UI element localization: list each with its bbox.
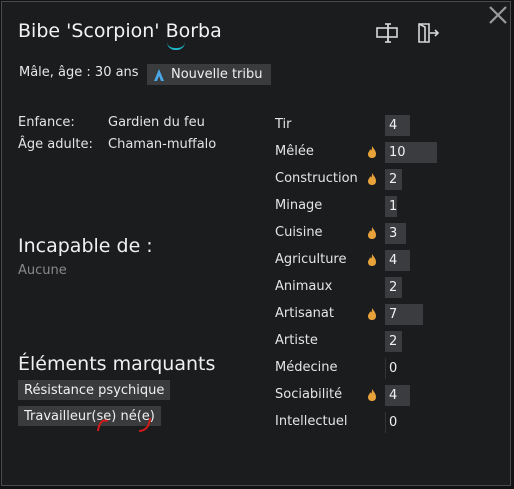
skill-row[interactable]: Artisanat 7	[275, 301, 475, 328]
skill-level: 2	[389, 172, 398, 187]
passion-flame-icon	[368, 173, 376, 185]
skill-level: 4	[389, 388, 398, 403]
skill-name: Cuisine	[275, 225, 323, 240]
adulthood-value[interactable]: Chaman-muffalo	[108, 137, 216, 152]
faction-label: Nouvelle tribu	[171, 67, 263, 82]
skill-level: 2	[389, 334, 398, 349]
skill-row[interactable]: Artiste 2	[275, 328, 475, 355]
close-icon[interactable]	[487, 4, 513, 30]
childhood-value[interactable]: Gardien du feu	[108, 115, 205, 130]
skill-bar-track	[385, 412, 386, 433]
skill-name: Animaux	[275, 279, 333, 294]
skill-level: 4	[389, 253, 398, 268]
childhood-label: Enfance:	[18, 115, 75, 130]
skill-level: 1	[389, 199, 398, 214]
adulthood-label: Âge adulte:	[18, 137, 93, 152]
pawn-description: Mâle, âge : 30 ans	[19, 65, 139, 80]
skill-row[interactable]: Sociabilité 4	[275, 382, 475, 409]
skill-name: Artiste	[275, 333, 318, 348]
skill-name: Intellectuel	[275, 414, 348, 429]
skill-level: 10	[389, 145, 406, 160]
name-underline-mark	[167, 42, 185, 50]
skill-level: 3	[389, 226, 398, 241]
skill-row[interactable]: Construction 2	[275, 166, 475, 193]
skill-name: Artisanat	[275, 306, 334, 321]
skill-bar-track	[385, 358, 386, 379]
incapable-title: Incapable de :	[18, 235, 153, 257]
pawn-first-name: Bibe	[18, 20, 61, 42]
skill-row[interactable]: Agriculture 4	[275, 247, 475, 274]
faction-icon	[153, 68, 165, 82]
skill-level: 7	[389, 307, 398, 322]
pawn-nickname: 'Scorpion'	[66, 20, 160, 42]
faction-button[interactable]: Nouvelle tribu	[147, 64, 271, 85]
scribble-annotation	[97, 417, 151, 432]
passion-flame-icon	[368, 227, 376, 239]
skill-row[interactable]: Minage 1	[275, 193, 475, 220]
skill-name: Mêlée	[275, 144, 314, 159]
skill-name: Minage	[275, 198, 323, 213]
passion-flame-icon	[368, 254, 376, 266]
skill-row[interactable]: Mêlée 10	[275, 139, 475, 166]
passion-flame-icon	[368, 146, 376, 158]
skill-name: Sociabilité	[275, 387, 343, 402]
pawn-last-name: Borba	[165, 20, 222, 42]
character-card-window: Bibe 'Scorpion' Borba Mâle, âge : 30 ans	[1, 1, 511, 486]
banish-icon[interactable]	[416, 22, 440, 44]
skill-name: Médecine	[275, 360, 338, 375]
trait-tag[interactable]: Résistance psychique	[18, 380, 171, 400]
skill-level: 4	[389, 118, 398, 133]
skill-name: Construction	[275, 171, 358, 186]
incapable-value: Aucune	[18, 263, 67, 278]
pawn-name: Bibe 'Scorpion' Borba	[18, 20, 222, 42]
skill-row[interactable]: Animaux 2	[275, 274, 475, 301]
skill-name: Tir	[275, 117, 292, 132]
passion-flame-icon	[368, 389, 376, 401]
passion-flame-icon	[368, 308, 376, 320]
skill-level: 0	[389, 415, 398, 430]
rename-icon[interactable]	[375, 22, 401, 44]
skill-row[interactable]: Tir 4	[275, 112, 475, 139]
skill-name: Agriculture	[275, 252, 347, 267]
skill-row[interactable]: Cuisine 3	[275, 220, 475, 247]
traits-title: Éléments marquants	[18, 353, 216, 375]
skill-level: 2	[389, 280, 398, 295]
skill-row[interactable]: Intellectuel 0	[275, 409, 475, 436]
skill-level: 0	[389, 361, 398, 376]
skill-row[interactable]: Médecine 0	[275, 355, 475, 382]
